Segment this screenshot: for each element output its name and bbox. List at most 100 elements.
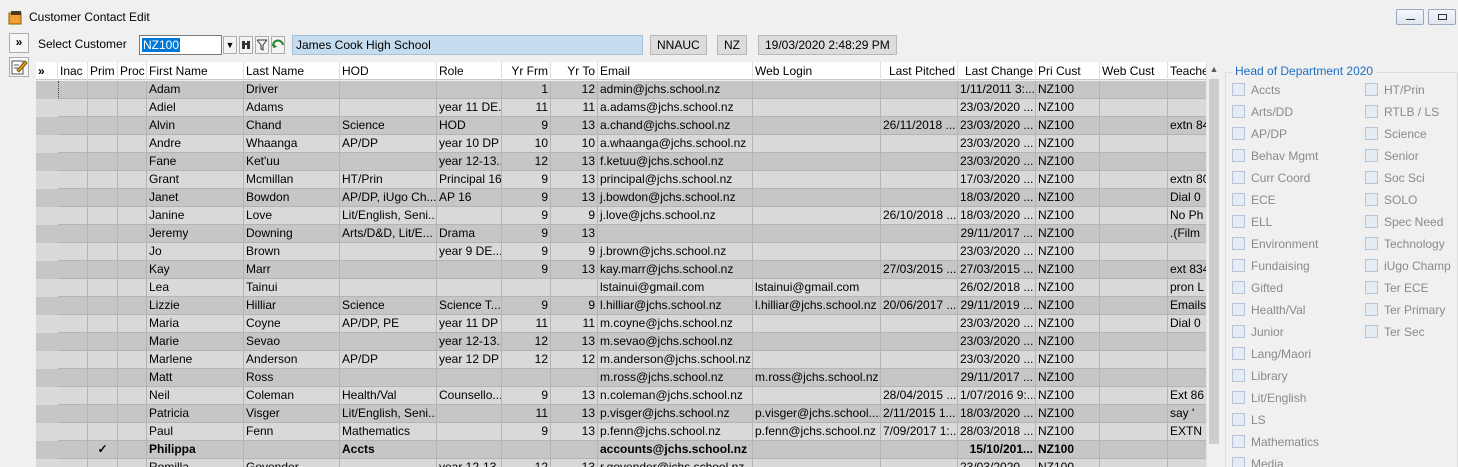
cell-teacher[interactable]: pron L: [1168, 279, 1206, 297]
hod-checkbox-senior[interactable]: Senior: [1365, 148, 1419, 166]
cell-last[interactable]: Hilliar: [244, 297, 340, 315]
cell-weblogin[interactable]: [753, 225, 881, 243]
minimize-button[interactable]: [1396, 9, 1424, 25]
cell-yrfrm[interactable]: 12: [502, 459, 551, 467]
checkbox-icon[interactable]: [1365, 259, 1378, 273]
cell-teacher[interactable]: .(Film: [1168, 225, 1206, 243]
cell-last[interactable]: [244, 441, 340, 459]
checkbox-icon[interactable]: [1365, 303, 1378, 317]
column-header-inac[interactable]: Inac: [58, 62, 88, 80]
cell-weblogin[interactable]: [753, 81, 881, 99]
cell-yrfrm[interactable]: 9: [502, 171, 551, 189]
table-row[interactable]: Lizzie Hilliar Science Science T... 9 9 l.hill…: [36, 297, 1206, 315]
hod-checkbox-ter-sec[interactable]: Ter Sec: [1365, 324, 1425, 342]
cell-inac[interactable]: [58, 315, 88, 333]
hod-checkbox-iugo-champ[interactable]: iUgo Champ: [1365, 258, 1451, 276]
table-row[interactable]: Alvin Chand Science HOD 9 13 a.chand@jchs.scho…: [36, 117, 1206, 135]
checkbox-icon[interactable]: [1232, 83, 1245, 97]
cell-lastpitched[interactable]: 26/11/2018 ...: [881, 117, 958, 135]
column-header-proc[interactable]: Proc: [118, 62, 147, 80]
cell-webcust[interactable]: [1100, 333, 1168, 351]
column-header-web-login[interactable]: Web Login: [753, 62, 881, 80]
cell-first[interactable]: Fane: [147, 153, 244, 171]
hod-checkbox-accts[interactable]: Accts: [1232, 82, 1280, 100]
checkbox-icon[interactable]: [1365, 281, 1378, 295]
cell-role[interactable]: year 12-13...: [437, 333, 502, 351]
filter-customer-button[interactable]: [255, 36, 269, 54]
cell-last[interactable]: Ross: [244, 369, 340, 387]
cell-role[interactable]: [437, 405, 502, 423]
cell-role[interactable]: Science T...: [437, 297, 502, 315]
table-row[interactable]: Lea Tainui lstainui@gmail.com lstainui@gmai…: [36, 279, 1206, 297]
cell-role[interactable]: AP 16: [437, 189, 502, 207]
cell-teacher[interactable]: [1168, 369, 1206, 387]
cell-email[interactable]: f.ketuu@jchs.school.nz: [598, 153, 753, 171]
hod-checkbox-health-val[interactable]: Health/Val: [1232, 302, 1305, 320]
cell-last[interactable]: Fenn: [244, 423, 340, 441]
cell-lastchange[interactable]: 17/03/2020 ...: [958, 171, 1036, 189]
cell-hod[interactable]: AP/DP, iUgo Ch...: [340, 189, 437, 207]
cell-role[interactable]: year 12 DP: [437, 351, 502, 369]
cell-yrfrm[interactable]: 9: [502, 189, 551, 207]
table-row[interactable]: Romilla Govender year 12-13... 12 13 r.govend…: [36, 459, 1206, 467]
cell-inac[interactable]: [58, 135, 88, 153]
cell-proc[interactable]: [118, 171, 147, 189]
cell-teacher[interactable]: [1168, 153, 1206, 171]
cell-prim[interactable]: [88, 279, 118, 297]
cell-role[interactable]: year 12-13...: [437, 459, 502, 467]
cell-prim[interactable]: [88, 423, 118, 441]
cell-yrfrm[interactable]: 9: [502, 117, 551, 135]
cell-prim[interactable]: [88, 153, 118, 171]
checkbox-icon[interactable]: [1232, 413, 1245, 427]
cell-yrto[interactable]: 12: [551, 81, 598, 99]
cell-proc[interactable]: [118, 459, 147, 467]
cell-teacher[interactable]: [1168, 99, 1206, 117]
cell-lastpitched[interactable]: [881, 189, 958, 207]
scroll-thumb[interactable]: [1209, 79, 1219, 444]
cell-webcust[interactable]: [1100, 153, 1168, 171]
hod-checkbox-ell[interactable]: ELL: [1232, 214, 1272, 232]
cell-last[interactable]: Mcmillan: [244, 171, 340, 189]
cell-yrfrm[interactable]: 9: [502, 243, 551, 261]
table-row[interactable]: Andre Whaanga AP/DP year 10 DP 10 10 a.whaanga…: [36, 135, 1206, 153]
cell-lastpitched[interactable]: [881, 99, 958, 117]
cell-proc[interactable]: [118, 135, 147, 153]
cell-yrfrm[interactable]: 9: [502, 261, 551, 279]
cell-prim[interactable]: [88, 315, 118, 333]
cell-lastpitched[interactable]: [881, 81, 958, 99]
cell-prim[interactable]: [88, 243, 118, 261]
cell-prim[interactable]: [88, 405, 118, 423]
cell-prim[interactable]: [88, 459, 118, 467]
cell-role[interactable]: Counsello...: [437, 387, 502, 405]
cell-pricust[interactable]: NZ100: [1036, 423, 1100, 441]
cell-email[interactable]: m.sevao@jchs.school.nz: [598, 333, 753, 351]
checkbox-icon[interactable]: [1365, 149, 1378, 163]
cell-proc[interactable]: [118, 297, 147, 315]
cell-first[interactable]: Patricia: [147, 405, 244, 423]
cell-yrfrm[interactable]: 11: [502, 405, 551, 423]
cell-pricust[interactable]: NZ100: [1036, 135, 1100, 153]
find-customer-button[interactable]: [239, 36, 253, 54]
cell-pricust[interactable]: NZ100: [1036, 459, 1100, 467]
cell-first[interactable]: Lizzie: [147, 297, 244, 315]
cell-email[interactable]: a.whaanga@jchs.school.nz: [598, 135, 753, 153]
cell-prim[interactable]: [88, 369, 118, 387]
cell-proc[interactable]: [118, 99, 147, 117]
cell-email[interactable]: p.fenn@jchs.school.nz: [598, 423, 753, 441]
cell-teacher[interactable]: extn 84: [1168, 117, 1206, 135]
cell-hod[interactable]: Health/Val: [340, 387, 437, 405]
cell-lastpitched[interactable]: [881, 351, 958, 369]
table-row[interactable]: Patricia Visger Lit/English, Seni... 11 13 p.…: [36, 405, 1206, 423]
cell-webcust[interactable]: [1100, 279, 1168, 297]
cell-lastchange[interactable]: 29/11/2019 ...: [958, 297, 1036, 315]
hod-checkbox-mathematics[interactable]: Mathematics: [1232, 434, 1319, 452]
cell-email[interactable]: admin@jchs.school.nz: [598, 81, 753, 99]
cell-proc[interactable]: [118, 225, 147, 243]
edit-button[interactable]: [9, 57, 29, 77]
hod-checkbox-rtlb-ls[interactable]: RTLB / LS: [1365, 104, 1439, 122]
cell-last[interactable]: Downing: [244, 225, 340, 243]
cell-lastchange[interactable]: 23/03/2020 ...: [958, 459, 1036, 467]
cell-email[interactable]: r.govender@jchs.school.nz: [598, 459, 753, 467]
cell-role[interactable]: year 11 DE...: [437, 99, 502, 117]
cell-pricust[interactable]: NZ100: [1036, 297, 1100, 315]
